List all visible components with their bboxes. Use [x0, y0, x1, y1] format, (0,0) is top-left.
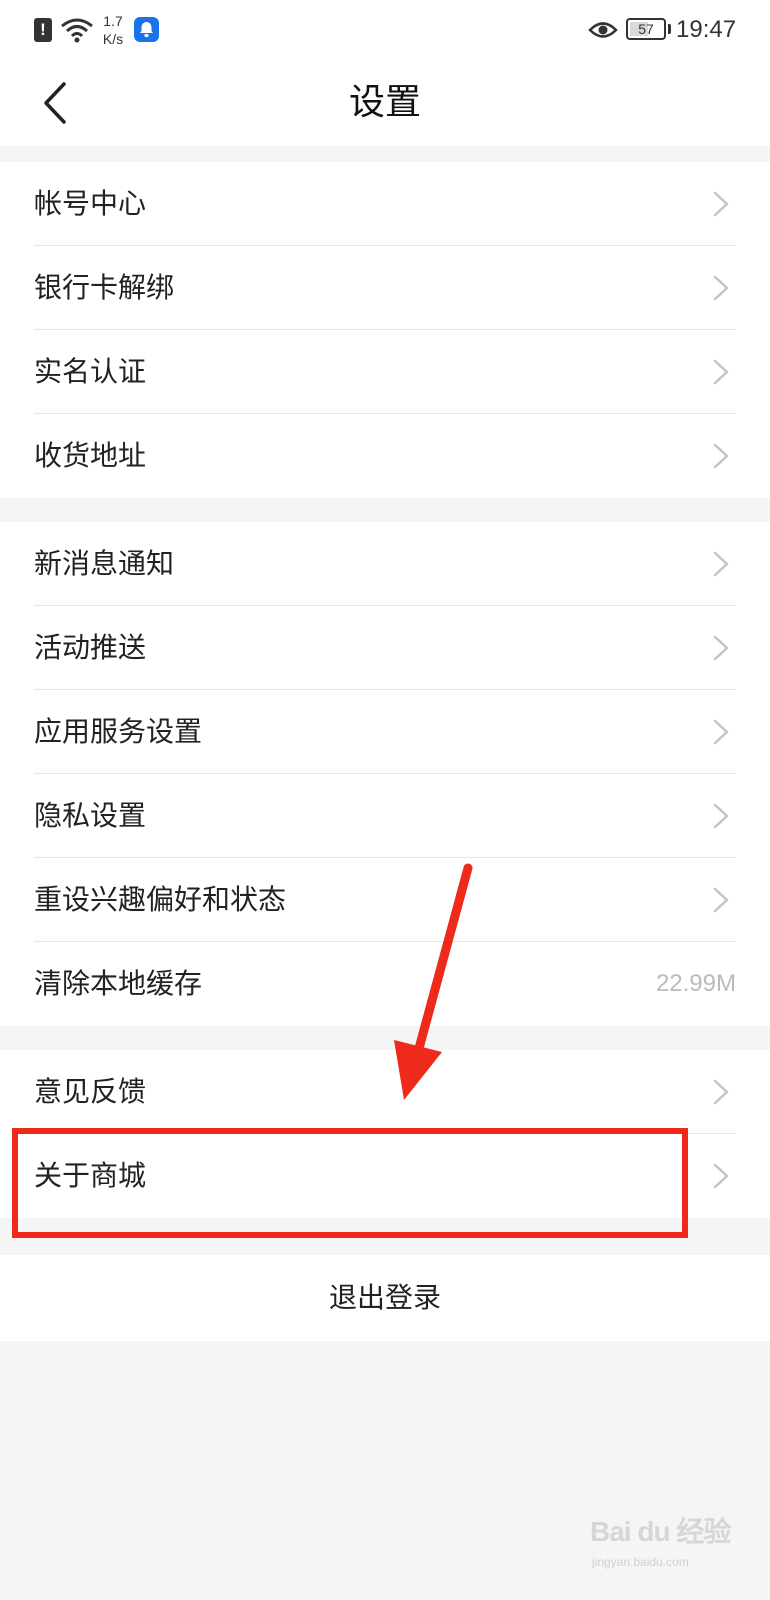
net-speed: 1.7 K/s — [98, 12, 128, 48]
row-label: 隐私设置 — [34, 799, 147, 832]
settings-row-notifications[interactable]: 新消息通知 — [34, 522, 736, 606]
row-label: 清除本地缓存 — [34, 967, 203, 1000]
top-area: 1.7 K/s 57 19:47 设置 — [0, 0, 770, 146]
settings-row-feedback[interactable]: 意见反馈 — [34, 1050, 736, 1134]
settings-row-privacy[interactable]: 隐私设置 — [34, 774, 736, 858]
baidu-watermark: Bai du 经验 jingyan.baidu.com — [590, 1514, 740, 1580]
row-label: 帐号中心 — [34, 187, 147, 220]
net-speed-value: 1.7 — [103, 13, 123, 29]
status-bar: 1.7 K/s 57 19:47 — [0, 0, 770, 60]
settings-row-address[interactable]: 收货地址 — [34, 414, 736, 498]
alert-icon — [34, 18, 52, 42]
row-label: 实名认证 — [34, 355, 147, 388]
chevron-right-icon — [713, 719, 729, 745]
chevron-right-icon — [713, 191, 729, 217]
battery-level: 57 — [638, 21, 654, 37]
settings-row-reset-interests[interactable]: 重设兴趣偏好和状态 — [34, 858, 736, 942]
battery-cap — [668, 24, 671, 34]
battery-icon: 57 — [626, 18, 666, 40]
row-label: 应用服务设置 — [34, 715, 203, 748]
clock: 19:47 — [676, 16, 737, 43]
chevron-right-icon — [713, 275, 729, 301]
settings-row-account-center[interactable]: 帐号中心 — [34, 162, 736, 246]
settings-row-about-mall[interactable]: 关于商城 — [34, 1134, 736, 1218]
net-speed-unit: K/s — [102, 31, 124, 47]
cache-size: 22.99M — [655, 970, 736, 997]
row-label: 重设兴趣偏好和状态 — [34, 883, 287, 916]
watermark-text: Bai du 经验 — [590, 1516, 731, 1547]
chevron-right-icon — [713, 1079, 729, 1105]
chevron-right-icon — [713, 887, 729, 913]
row-label: 收货地址 — [34, 439, 147, 472]
nav-bar: 设置 — [0, 60, 770, 146]
page-title: 设置 — [348, 82, 421, 123]
settings-group-about: 意见反馈 关于商城 — [0, 1050, 770, 1218]
settings-group-general: 新消息通知 活动推送 应用服务设置 隐私设置 重设兴趣偏好和状态 清除本地缓存 … — [0, 522, 770, 1026]
settings-screen: 1.7 K/s 57 19:47 设置 — [0, 0, 770, 1600]
row-label: 意见反馈 — [34, 1075, 147, 1108]
row-label: 新消息通知 — [34, 547, 175, 580]
row-label: 活动推送 — [34, 631, 147, 664]
chevron-right-icon — [713, 359, 729, 385]
settings-row-clear-cache[interactable]: 清除本地缓存 22.99M — [34, 942, 736, 1026]
settings-row-app-services[interactable]: 应用服务设置 — [34, 690, 736, 774]
chevron-right-icon — [713, 803, 729, 829]
settings-row-unbind-card[interactable]: 银行卡解绑 — [34, 246, 736, 330]
eye-comfort-icon — [588, 22, 618, 38]
chevron-right-icon — [713, 443, 729, 469]
watermark-url: jingyan.baidu.com — [592, 1555, 689, 1569]
wifi-icon — [61, 18, 93, 43]
app-notify-icon — [134, 17, 159, 42]
chevron-right-icon — [713, 551, 729, 577]
settings-row-real-name[interactable]: 实名认证 — [34, 330, 736, 414]
chevron-right-icon — [713, 635, 729, 661]
chevron-right-icon — [713, 1163, 729, 1189]
row-label: 关于商城 — [34, 1159, 147, 1192]
settings-group-account: 帐号中心 银行卡解绑 实名认证 收货地址 — [0, 162, 770, 498]
settings-row-promo-push[interactable]: 活动推送 — [34, 606, 736, 690]
logout-button[interactable]: 退出登录 — [0, 1255, 770, 1341]
row-label: 银行卡解绑 — [34, 271, 175, 304]
